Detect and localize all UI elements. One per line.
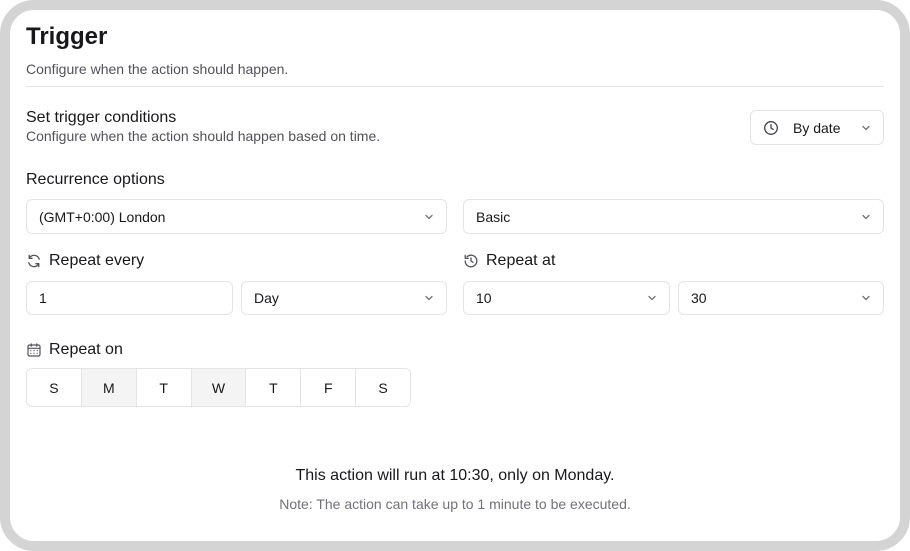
recurrence-mode-value: Basic <box>476 208 511 225</box>
repeat-every-text: Repeat every <box>49 252 145 269</box>
chevron-down-icon <box>861 293 871 303</box>
repeat-every-label: Repeat every <box>26 252 144 270</box>
day-toggle-saturday[interactable]: S <box>356 369 410 406</box>
repeat-hour-value: 10 <box>476 290 492 306</box>
clock-icon <box>763 120 779 136</box>
repeat-minute-value: 30 <box>691 290 707 306</box>
conditions-title: Set trigger conditions <box>26 109 177 126</box>
chevron-down-icon <box>647 293 657 303</box>
day-toggle-monday[interactable]: M <box>81 369 137 406</box>
timezone-select[interactable]: (GMT+0:00) London <box>26 199 447 234</box>
schedule-summary: This action will run at 10:30, only on M… <box>295 467 615 484</box>
divider <box>26 86 884 87</box>
repeat-interval-input[interactable]: 1 <box>26 281 233 315</box>
chevron-down-icon <box>424 293 434 303</box>
repeat-on-label: Repeat on <box>26 341 123 359</box>
calendar-icon <box>26 342 42 358</box>
page-title: Trigger <box>26 23 108 50</box>
schedule-note: Note: The action can take up to 1 minute… <box>279 496 631 512</box>
repeat-unit-value: Day <box>254 290 279 306</box>
timezone-value: (GMT+0:00) London <box>39 208 166 225</box>
repeat-at-label: Repeat at <box>463 252 555 270</box>
repeat-on-text: Repeat on <box>49 341 123 358</box>
repeat-hour-select[interactable]: 10 <box>463 281 670 315</box>
history-icon <box>463 253 479 269</box>
conditions-subtitle: Configure when the action should happen … <box>26 128 381 144</box>
chevron-down-icon <box>861 123 871 133</box>
trigger-mode-value: By date <box>793 119 841 136</box>
day-toggle-wednesday[interactable]: W <box>191 369 247 406</box>
day-toggle-sunday[interactable]: S <box>27 369 82 406</box>
trigger-mode-select[interactable]: By date <box>750 110 884 145</box>
repeat-minute-select[interactable]: 30 <box>678 281 884 315</box>
recurrence-mode-select[interactable]: Basic <box>463 199 884 234</box>
weekday-toggle-group: S M T W T F S <box>26 368 411 407</box>
page-subtitle: Configure when the action should happen. <box>26 61 289 77</box>
day-toggle-friday[interactable]: F <box>301 369 357 406</box>
repeat-at-text: Repeat at <box>486 252 556 269</box>
day-toggle-thursday[interactable]: T <box>246 369 302 406</box>
recurrence-label: Recurrence options <box>26 171 165 188</box>
day-toggle-tuesday[interactable]: T <box>136 369 192 406</box>
refresh-icon <box>26 253 42 269</box>
chevron-down-icon <box>424 212 434 222</box>
chevron-down-icon <box>861 212 871 222</box>
repeat-unit-select[interactable]: Day <box>241 281 447 315</box>
